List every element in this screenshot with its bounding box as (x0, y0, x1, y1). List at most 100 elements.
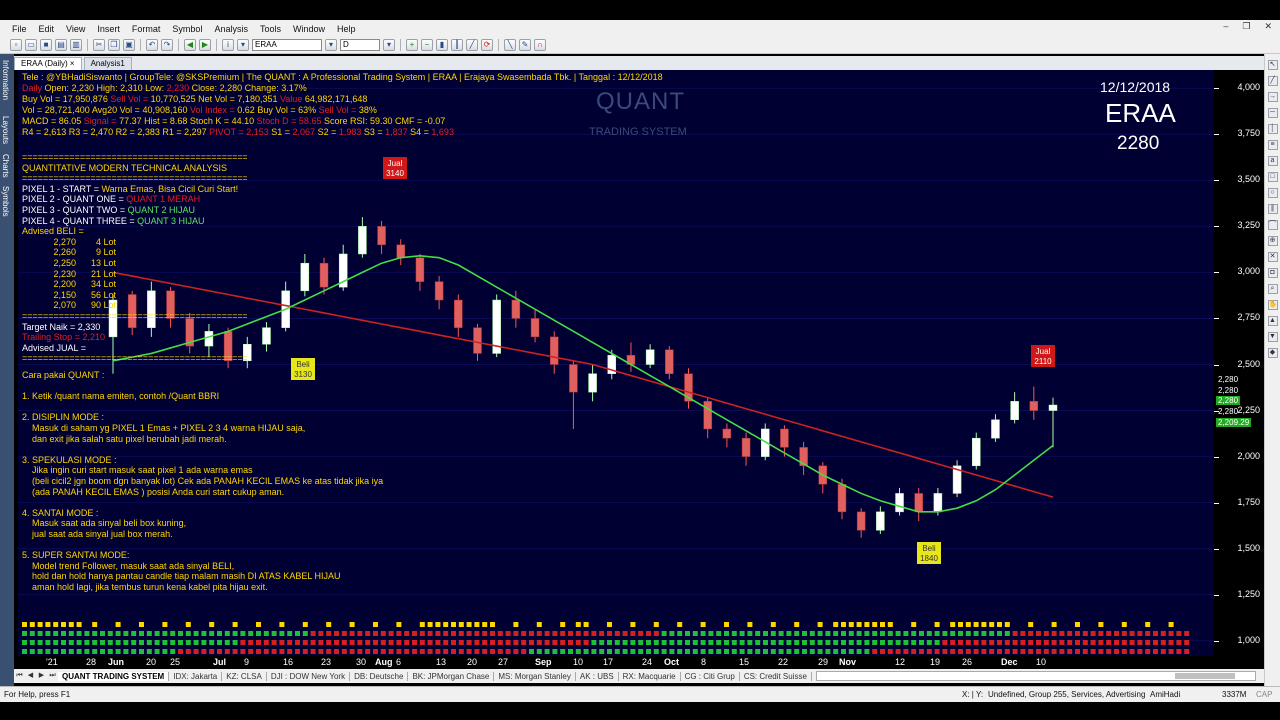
last-sheet-icon[interactable]: ⏭ (47, 671, 58, 681)
menu-view[interactable]: View (60, 24, 91, 34)
chevron-down-icon[interactable]: ▾ (325, 39, 337, 51)
forward-icon[interactable]: ▶ (199, 39, 211, 51)
cut-icon[interactable]: ✂ (93, 39, 105, 51)
info-icon[interactable]: i (222, 39, 234, 51)
paste-icon[interactable]: ▣ (123, 39, 135, 51)
scroll-thumb[interactable] (1175, 673, 1235, 679)
price-chart-pane[interactable]: Jual 3140 Beli 3130 Beli 1840 Jual 2110 Tele : … (18, 70, 1214, 670)
hand-icon[interactable]: ✋ (1267, 300, 1278, 310)
minimize-icon[interactable]: – (1219, 21, 1232, 32)
side-tab-symbols[interactable]: Symbols (1, 186, 10, 217)
arc-icon[interactable]: ⌒ (1267, 220, 1278, 230)
signal-pixel-quant (92, 631, 98, 636)
next-sheet-icon[interactable]: ▶ (36, 671, 47, 681)
side-tab-layouts[interactable]: Layouts (1, 116, 10, 144)
sheet-tab[interactable]: DB: Deutsche (350, 671, 409, 681)
sheet-tab[interactable]: MS: Morgan Stanley (494, 671, 576, 681)
chevron-down-icon[interactable]: ▾ (383, 39, 395, 51)
sheet-tab[interactable]: KZ: CLSA (222, 671, 267, 681)
candle-chart-icon[interactable]: ┃ (451, 39, 463, 51)
open-icon[interactable]: ▭ (25, 39, 37, 51)
signal-pixel-quant (841, 640, 846, 645)
lock-icon[interactable]: ◘ (1267, 268, 1278, 278)
tab-analysis1[interactable]: Analysis1 (83, 57, 132, 70)
signal-pixel-quant (731, 631, 737, 636)
cycle-icon[interactable]: ⊕ (1267, 236, 1278, 246)
signal-pixel-quant (1160, 631, 1166, 636)
sheet-tab[interactable]: DJI : DOW New York (267, 671, 351, 681)
marker-icon[interactable]: ◆ (1267, 348, 1278, 358)
back-icon[interactable]: ◀ (184, 39, 196, 51)
value-text: 64,982,171,648 (302, 94, 368, 104)
menu-symbol[interactable]: Symbol (166, 24, 208, 34)
ellipse-icon[interactable]: ○ (1267, 188, 1278, 198)
menu-window[interactable]: Window (287, 24, 331, 34)
sheet-tab[interactable]: IDX: Jakarta (169, 671, 223, 681)
rect-icon[interactable]: □ (1267, 172, 1278, 182)
menu-help[interactable]: Help (331, 24, 362, 34)
redo-icon[interactable]: ↷ (161, 39, 173, 51)
signal-pixel-quant (1098, 640, 1104, 645)
draw-line-icon[interactable]: ╲ (504, 39, 516, 51)
signal-pixel-quant (887, 640, 893, 645)
menu-edit[interactable]: Edit (33, 24, 61, 34)
menu-tools[interactable]: Tools (254, 24, 287, 34)
signal-pixel-start (185, 622, 191, 627)
fib-icon[interactable]: ≡ (1267, 140, 1278, 150)
sheet-tab[interactable]: RX: Macquarie (619, 671, 681, 681)
down-arrow-icon[interactable]: ▼ (1267, 332, 1278, 342)
trendline-icon[interactable]: ╱ (1267, 76, 1278, 86)
first-sheet-icon[interactable]: ⏮ (14, 671, 25, 681)
undo-icon[interactable]: ↶ (146, 39, 158, 51)
value-label: Value (279, 94, 303, 104)
interval-select[interactable]: D (340, 39, 380, 51)
magnifier-icon[interactable]: ⌕ (1267, 284, 1278, 294)
vline-icon[interactable]: │ (1267, 124, 1278, 134)
restore-icon[interactable]: ❐ (1238, 21, 1254, 32)
signal-pixel-quant (568, 649, 573, 654)
line-chart-icon[interactable]: ╱ (466, 39, 478, 51)
up-arrow-icon[interactable]: ▲ (1267, 316, 1278, 326)
price-axis[interactable]: 2,280 2,280 2,280 2,280 2,209.29 4,000 3,… (1214, 70, 1264, 670)
menu-analysis[interactable]: Analysis (208, 24, 254, 34)
close-icon[interactable]: × (70, 59, 75, 68)
arrow-icon[interactable]: ↖ (1267, 60, 1278, 70)
sheet-tab[interactable]: QUANT TRADING SYSTEM (58, 671, 170, 681)
copy-icon[interactable]: ❐ (108, 39, 120, 51)
bar-chart-icon[interactable]: ▮ (436, 39, 448, 51)
side-tab-information[interactable]: Information (1, 60, 10, 100)
date-axis[interactable]: '21 28 Jun 20 25 Jul 9 16 23 30 Aug 6 13 20 27 Sep 10 17 2… (18, 656, 1214, 669)
close-icon[interactable]: ✕ (1260, 21, 1276, 32)
pencil-icon[interactable]: ✎ (519, 39, 531, 51)
sheet-tab[interactable]: BK: JPMorgan Chase (408, 671, 495, 681)
dropdown-arrow-icon[interactable]: ▾ (237, 39, 249, 51)
save-icon[interactable]: ■ (40, 39, 52, 51)
menu-insert[interactable]: Insert (91, 24, 126, 34)
horizontal-scrollbar[interactable] (816, 671, 1256, 681)
prev-sheet-icon[interactable]: ◀ (25, 671, 36, 681)
refresh-icon[interactable]: ⟳ (481, 39, 493, 51)
signal-pixel-quant (864, 631, 870, 636)
sheet-tab[interactable]: CG : Citi Grup (681, 671, 740, 681)
channel-icon[interactable]: ∥ (1267, 204, 1278, 214)
zoom-out-icon[interactable]: − (421, 39, 433, 51)
magnet-icon[interactable]: ∩ (534, 39, 546, 51)
tab-eraa-daily[interactable]: ERAA (Daily) × (14, 57, 82, 70)
menu-file[interactable]: File (6, 24, 33, 34)
zoom-in-icon[interactable]: + (406, 39, 418, 51)
signal-pixel-start (451, 622, 456, 627)
symbol-input[interactable]: ERAA (252, 39, 322, 51)
sheet-tab[interactable]: AK : UBS (576, 671, 619, 681)
sheet-tab[interactable]: CS: Credit Suisse (740, 671, 812, 681)
signal-pixel-quant (638, 649, 644, 654)
ray-icon[interactable]: → (1267, 92, 1278, 102)
delete-icon[interactable]: ✕ (1267, 252, 1278, 262)
menu-format[interactable]: Format (126, 24, 167, 34)
price-axis-tick (1214, 88, 1219, 90)
hline-icon[interactable]: ─ (1267, 108, 1278, 118)
print-icon[interactable]: ▤ (55, 39, 67, 51)
side-tab-charts[interactable]: Charts (1, 154, 10, 178)
text-icon[interactable]: a (1267, 156, 1278, 166)
new-icon[interactable]: ▫ (10, 39, 22, 51)
print-preview-icon[interactable]: ▥ (70, 39, 82, 51)
